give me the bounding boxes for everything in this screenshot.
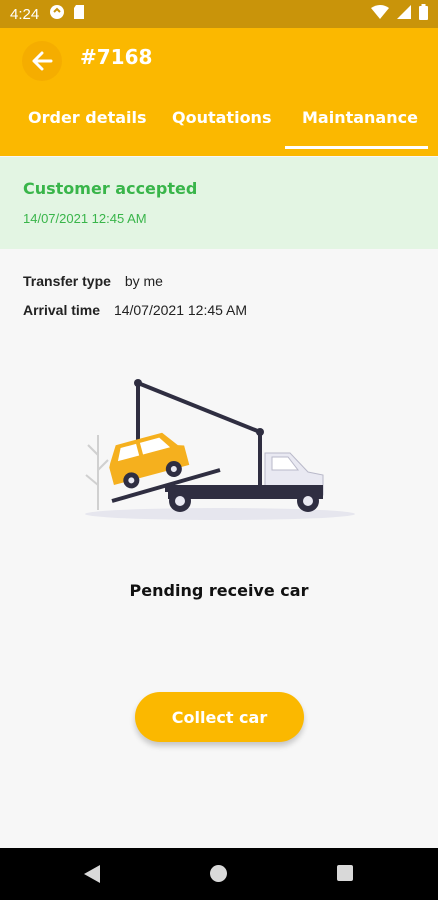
battery-icon (419, 4, 428, 24)
arrival-time-row: Arrival time 14/07/2021 12:45 AM (23, 302, 247, 318)
triangle-back-icon[interactable] (84, 865, 100, 883)
transfer-type-row: Transfer type by me (23, 273, 163, 289)
square-recent-icon[interactable] (337, 865, 353, 881)
tab-order-details[interactable]: Order details (28, 108, 147, 127)
wifi-icon (371, 5, 389, 23)
back-button[interactable] (22, 41, 62, 81)
sd-card-icon (73, 4, 85, 24)
cloud-sync-icon (49, 4, 65, 24)
arrival-time-value: 14/07/2021 12:45 AM (113, 302, 248, 318)
status-banner: Customer accepted 14/07/2021 12:45 AM (0, 157, 438, 249)
tab-quotations[interactable]: Qoutations (172, 108, 271, 127)
tab-bar: Order details Qoutations Maintanance (0, 104, 438, 150)
app-header: #7168 Order details Qoutations Maintanan… (0, 28, 438, 156)
arrival-time-label: Arrival time (23, 302, 101, 318)
status-date: 14/07/2021 12:45 AM (23, 211, 147, 226)
tab-maintenance[interactable]: Maintanance (302, 108, 418, 127)
pending-status-text: Pending receive car (129, 581, 309, 600)
status-bar: 4:24 (0, 0, 438, 28)
circle-home-icon[interactable] (210, 865, 227, 882)
order-number: #7168 (80, 45, 153, 69)
status-title: Customer accepted (23, 179, 198, 198)
collect-car-button[interactable]: Collect car (135, 692, 304, 742)
tow-truck-illustration (85, 379, 355, 520)
signal-icon (397, 5, 411, 23)
transfer-type-value: by me (124, 273, 163, 289)
arrow-left-icon (32, 51, 53, 71)
status-time: 4:24 (10, 5, 40, 23)
status-right-icons (371, 4, 428, 24)
system-nav-bar (0, 848, 438, 900)
transfer-type-label: Transfer type (23, 273, 111, 289)
tab-indicator (285, 146, 428, 149)
